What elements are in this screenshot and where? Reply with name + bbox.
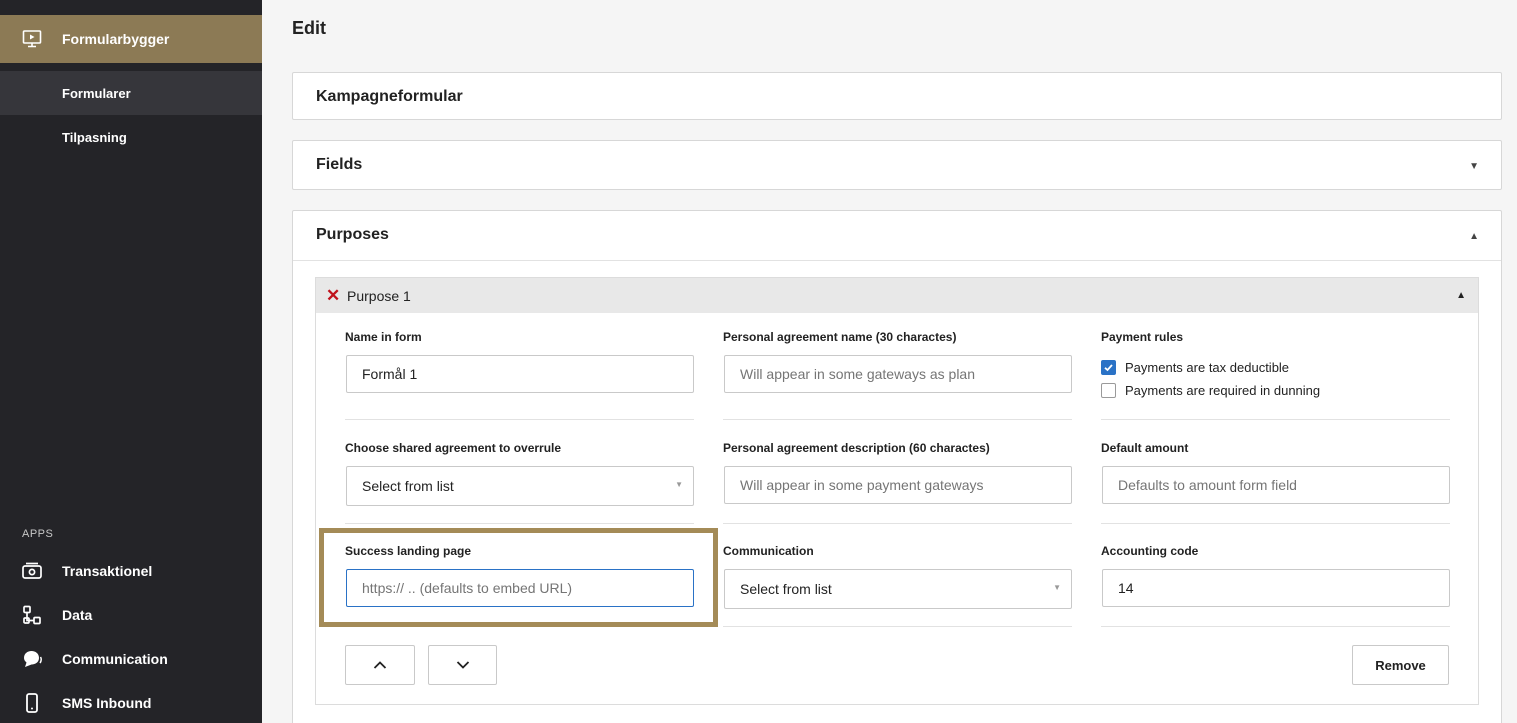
- default-amount-label: Default amount: [1101, 441, 1189, 455]
- purpose-header[interactable]: ✕ Purpose 1 ▲: [315, 277, 1479, 314]
- sidebar-app-data[interactable]: Data: [0, 593, 262, 637]
- tax-deductible-label: Payments are tax deductible: [1125, 360, 1290, 375]
- personal-agreement-description-input[interactable]: [724, 466, 1072, 504]
- accounting-code-input[interactable]: [1102, 569, 1450, 607]
- payment-rules-label: Payment rules: [1101, 330, 1184, 344]
- field-divider: [345, 523, 694, 524]
- data-icon: [22, 605, 42, 625]
- purpose-title: Purpose 1: [347, 288, 411, 304]
- field-divider: [723, 523, 1072, 524]
- sidebar-app-label: Data: [62, 607, 93, 623]
- sidebar-app-transaktionel[interactable]: Transaktionel: [0, 549, 262, 593]
- tax-deductible-checkbox[interactable]: [1101, 360, 1116, 375]
- chevron-up-icon: [373, 661, 387, 669]
- success-landing-page-label: Success landing page: [345, 544, 472, 558]
- sidebar-app-sms-inbound[interactable]: SMS Inbound: [0, 681, 262, 723]
- chevron-up-icon[interactable]: ▲: [1456, 290, 1466, 301]
- default-amount-input[interactable]: [1102, 466, 1450, 504]
- purposes-section-title: Purposes: [316, 226, 389, 243]
- field-divider: [345, 419, 694, 420]
- field-divider: [1101, 419, 1450, 420]
- required-in-dunning-option[interactable]: Payments are required in dunning: [1101, 383, 1320, 398]
- sidebar-subitem-tilpasning[interactable]: Tilpasning: [0, 115, 262, 159]
- tax-deductible-option[interactable]: Payments are tax deductible: [1101, 360, 1289, 375]
- form-name-box[interactable]: Kampagneformular: [292, 72, 1502, 120]
- name-in-form-label: Name in form: [345, 330, 422, 344]
- personal-agreement-name-label: Personal agreement name (30 charactes): [723, 330, 957, 344]
- chevron-down-icon: ▼: [1053, 583, 1061, 592]
- field-divider: [1101, 523, 1450, 524]
- sidebar-app-communication[interactable]: Communication: [0, 637, 262, 681]
- remove-button[interactable]: Remove: [1352, 645, 1449, 685]
- shared-agreement-select[interactable]: Select from list ▼: [346, 466, 694, 506]
- required-in-dunning-label: Payments are required in dunning: [1125, 383, 1321, 398]
- move-down-button[interactable]: [428, 645, 497, 685]
- success-landing-page-input[interactable]: [346, 569, 694, 607]
- sidebar-item-label: Formularbygger: [62, 31, 170, 47]
- sidebar-app-label: SMS Inbound: [62, 695, 152, 711]
- chevron-up-icon[interactable]: ▲: [1469, 231, 1479, 242]
- section-divider: [293, 260, 1501, 261]
- fields-section-title: Fields: [316, 156, 363, 173]
- form-name: Kampagneformular: [316, 88, 463, 105]
- chevron-down-icon: ▼: [675, 480, 683, 489]
- communication-select[interactable]: Select from list ▼: [724, 569, 1072, 609]
- sidebar-app-label: Transaktionel: [62, 563, 153, 579]
- sidebar: Formularbygger Formularer Tilpasning APP…: [0, 0, 262, 723]
- field-divider: [723, 626, 1072, 627]
- required-in-dunning-checkbox[interactable]: [1101, 383, 1116, 398]
- monitor-play-icon: [22, 29, 42, 49]
- communication-value: Select from list: [740, 581, 832, 597]
- move-up-button[interactable]: [345, 645, 415, 685]
- field-divider: [1101, 626, 1450, 627]
- accounting-code-label: Accounting code: [1101, 544, 1199, 558]
- chat-icon: [22, 649, 42, 669]
- shared-agreement-label: Choose shared agreement to overrule: [345, 441, 562, 455]
- communication-label: Communication: [723, 544, 814, 558]
- field-divider: [723, 419, 1072, 420]
- personal-agreement-name-input[interactable]: [724, 355, 1072, 393]
- cash-icon: [22, 561, 42, 581]
- close-icon[interactable]: ✕: [326, 287, 340, 305]
- chevron-down-icon[interactable]: ▼: [1469, 161, 1479, 172]
- phone-icon: [22, 693, 42, 713]
- page-title: Edit: [292, 18, 326, 38]
- chevron-down-icon: [456, 661, 469, 669]
- name-in-form-input[interactable]: [346, 355, 694, 393]
- shared-agreement-value: Select from list: [362, 478, 454, 494]
- apps-heading: APPS: [22, 528, 54, 540]
- fields-section[interactable]: Fields ▼: [292, 140, 1502, 190]
- sidebar-app-label: Communication: [62, 651, 168, 667]
- sidebar-subitem-formularer[interactable]: Formularer: [0, 71, 262, 115]
- sidebar-item-formularbygger[interactable]: Formularbygger: [0, 15, 262, 63]
- personal-agreement-description-label: Personal agreement description (60 chara…: [723, 441, 990, 455]
